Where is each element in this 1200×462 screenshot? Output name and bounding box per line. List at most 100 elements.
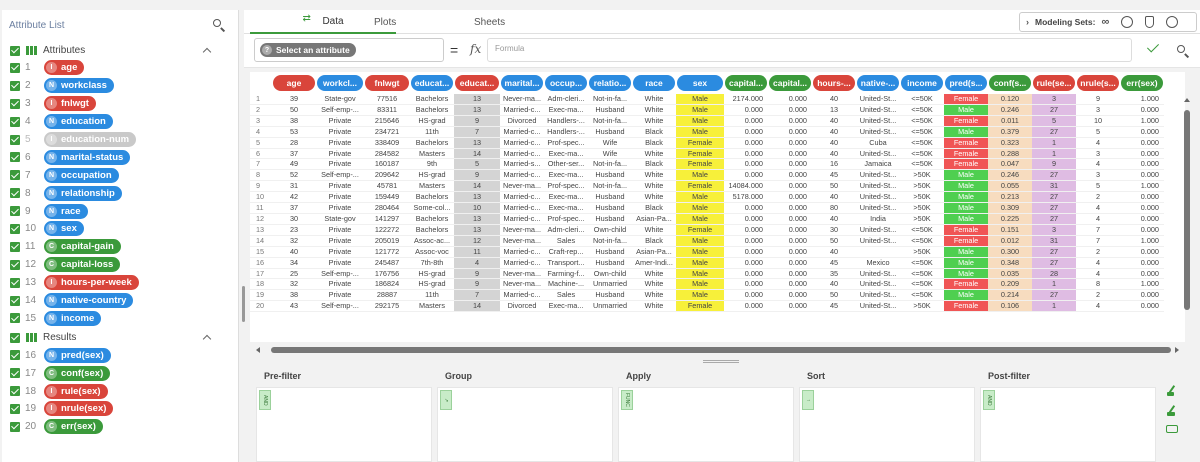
table-cell[interactable]: Not-in-fa... — [588, 94, 632, 105]
table-cell[interactable]: <=50K — [900, 236, 944, 247]
table-cell[interactable]: 16 — [812, 159, 856, 171]
table-cell[interactable]: Sales — [544, 236, 588, 247]
table-cell[interactable]: Some-col... — [410, 203, 454, 214]
attribute-pill[interactable]: Npred(sex) — [44, 347, 111, 363]
column-header[interactable]: rule(se... — [1032, 72, 1076, 94]
table-cell[interactable]: Bachelors — [410, 94, 454, 105]
table-cell[interactable]: 0.213 — [988, 192, 1032, 204]
table-cell[interactable]: Divorced — [500, 116, 544, 127]
table-cell[interactable]: United-St... — [856, 225, 900, 236]
table-cell[interactable]: <=50K — [900, 149, 944, 160]
table-cell[interactable]: White — [632, 170, 676, 182]
table-cell[interactable]: Not-in-fa... — [588, 181, 632, 193]
modeling-sets-bar[interactable]: › Modeling Sets: ∞ — [1019, 12, 1197, 32]
clean-brush-icon[interactable] — [1166, 385, 1178, 397]
column-header-pill[interactable]: workcl... — [317, 75, 363, 91]
table-cell[interactable]: >50K — [900, 247, 944, 258]
table-cell[interactable]: 13 — [454, 137, 500, 149]
table-cell[interactable]: <=50K — [900, 258, 944, 269]
table-cell[interactable]: Male — [676, 268, 724, 280]
column-header-pill[interactable]: nrule(s... — [1077, 75, 1119, 91]
tab-plots[interactable]: Plots — [374, 10, 424, 34]
table-cell[interactable]: 0.000 — [768, 192, 812, 204]
table-cell[interactable]: 1.000 — [1120, 236, 1164, 247]
table-cell[interactable]: 4 — [1076, 269, 1120, 280]
column-header[interactable]: occup... — [544, 72, 588, 94]
table-cell[interactable]: United-St... — [856, 149, 900, 160]
table-cell[interactable]: Black — [632, 138, 676, 149]
table-row[interactable]: 7 49 Private 160187 9th 5 Married-s... Other-se… — [250, 159, 1164, 171]
attribute-pill[interactable]: Cerr(sex) — [44, 419, 103, 435]
table-cell[interactable]: 0.000 — [1120, 203, 1164, 214]
table-cell[interactable]: Private — [316, 116, 364, 127]
attribute-pill[interactable]: Ihours-per-week — [44, 275, 139, 291]
table-cell[interactable]: 0.000 — [768, 159, 812, 171]
table-cell[interactable]: White — [632, 116, 676, 127]
vertical-scrollbar[interactable] — [1183, 92, 1191, 342]
table-cell[interactable]: 284582 — [364, 149, 410, 160]
attribute-checkbox[interactable] — [10, 116, 20, 127]
table-cell[interactable]: 31 — [1032, 181, 1076, 193]
attribute-row[interactable]: 5 Ieducation-num — [2, 131, 238, 149]
table-cell[interactable]: Never-ma... — [500, 225, 544, 236]
table-cell[interactable]: Private — [316, 225, 364, 236]
table-cell[interactable]: 40 — [812, 279, 856, 291]
table-cell[interactable]: Female — [944, 279, 988, 291]
table-cell[interactable]: State-gov — [316, 94, 364, 105]
table-cell[interactable]: Married-c... — [500, 170, 544, 182]
table-cell[interactable]: 50 — [812, 290, 856, 302]
table-cell[interactable]: Masters — [410, 301, 454, 313]
table-cell[interactable]: 11 — [454, 246, 500, 258]
column-header[interactable]: relatio... — [588, 72, 632, 94]
column-header-pill[interactable]: race — [633, 75, 675, 91]
column-header[interactable]: workcl... — [316, 72, 364, 94]
table-cell[interactable]: 1.000 — [1120, 181, 1164, 193]
table-cell[interactable]: 4 — [1076, 258, 1120, 269]
table-cell[interactable]: Private — [316, 279, 364, 291]
table-cell[interactable]: White — [632, 301, 676, 313]
table-row[interactable]: 20 43 Self-emp-... 292175 Masters 14 Divorced E… — [250, 301, 1164, 313]
table-cell[interactable]: 13 — [812, 105, 856, 116]
table-cell[interactable]: United-St... — [856, 105, 900, 116]
table-cell[interactable]: 13 — [454, 213, 500, 225]
table-cell[interactable]: Own-child — [588, 269, 632, 280]
table-cell[interactable]: 1.000 — [1120, 279, 1164, 291]
group-attributes[interactable]: Attributes — [2, 42, 238, 59]
attribute-pill[interactable]: Ifnlwgt — [44, 96, 96, 112]
table-cell[interactable]: 0.000 — [724, 214, 768, 225]
table-cell[interactable]: Jamaica — [856, 159, 900, 171]
table-cell[interactable]: Exec-ma... — [544, 170, 588, 182]
column-header-pill[interactable]: marital... — [501, 75, 543, 91]
column-header-pill[interactable]: age — [273, 75, 315, 91]
table-cell[interactable]: Never-ma... — [500, 269, 544, 280]
table-cell[interactable]: Female — [676, 148, 724, 160]
table-cell[interactable]: Male — [676, 115, 724, 127]
table-cell[interactable]: 80 — [812, 203, 856, 214]
scroll-left-icon[interactable] — [256, 347, 260, 353]
table-cell[interactable]: 0.309 — [988, 203, 1032, 214]
table-cell[interactable]: Male — [676, 104, 724, 116]
table-cell[interactable]: 186824 — [364, 279, 410, 291]
table-row[interactable]: 5 28 Private 338409 Bachelors 13 Married-c... P… — [250, 137, 1164, 149]
table-cell[interactable]: Other-ser... — [544, 159, 588, 171]
attribute-pill[interactable]: Ccapital-loss — [44, 257, 121, 273]
table-cell[interactable]: Not-in-fa... — [588, 116, 632, 127]
table-cell[interactable]: Male — [676, 290, 724, 302]
table-cell[interactable]: Male — [944, 192, 988, 204]
attribute-pill[interactable]: Inrule(sex) — [44, 401, 114, 417]
table-cell[interactable]: Husband — [588, 127, 632, 138]
pipeline-stage-dropzone[interactable]: ↑ — [799, 387, 975, 462]
table-cell[interactable]: 52 — [272, 170, 316, 182]
table-cell[interactable]: Married-c... — [500, 290, 544, 302]
table-cell[interactable]: 0.035 — [988, 268, 1032, 280]
formula-input[interactable]: Formula — [487, 38, 1132, 62]
table-cell[interactable]: Husband — [588, 290, 632, 302]
table-cell[interactable]: 40 — [812, 138, 856, 149]
table-cell[interactable]: 27 — [1032, 203, 1076, 214]
table-cell[interactable]: White — [632, 279, 676, 291]
table-cell[interactable]: Prof-spec... — [544, 214, 588, 225]
table-cell[interactable]: 7 — [1076, 236, 1120, 247]
table-cell[interactable]: Female — [944, 159, 988, 171]
table-cell[interactable]: Married-c... — [500, 149, 544, 160]
table-cell[interactable]: United-St... — [856, 181, 900, 193]
